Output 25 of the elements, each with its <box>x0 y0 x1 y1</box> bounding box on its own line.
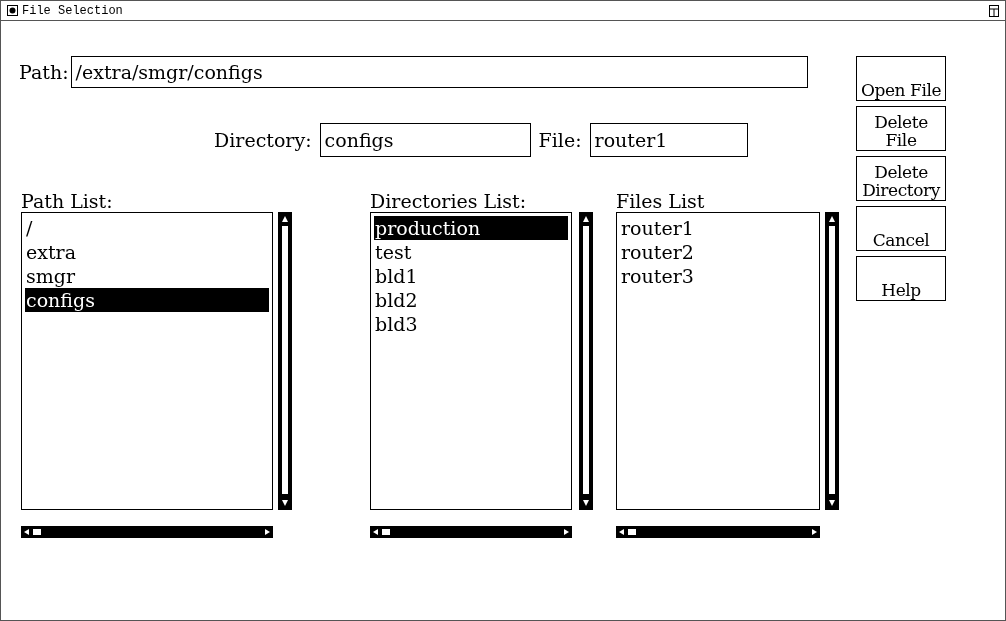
list-item[interactable]: configs <box>25 288 269 312</box>
horizontal-scrollbar[interactable] <box>370 526 572 538</box>
list-title: Directories List: <box>370 191 528 211</box>
file-label: File: <box>538 127 582 153</box>
dialog-button[interactable]: Help <box>856 256 946 301</box>
list-item[interactable]: production <box>374 216 568 240</box>
dialog-button[interactable]: Delete File <box>856 106 946 151</box>
maximize-icon[interactable] <box>989 4 999 17</box>
vertical-scrollbar[interactable] <box>579 212 593 510</box>
dialog-button[interactable]: Open File <box>856 56 946 101</box>
dialog-button[interactable]: Cancel <box>856 206 946 251</box>
window-menu-icon[interactable] <box>7 5 18 16</box>
path-field[interactable]: /extra/smgr/configs <box>70 56 808 88</box>
directory-label: Directory: <box>214 127 312 153</box>
horizontal-scrollbar[interactable] <box>616 526 820 538</box>
file-field[interactable]: router1 <box>589 123 748 157</box>
dialog-button[interactable]: Delete Directory <box>856 156 946 201</box>
vertical-scrollbar[interactable] <box>278 212 292 510</box>
directory-field[interactable]: configs <box>319 123 531 157</box>
window-title: File Selection <box>22 2 124 20</box>
vertical-scrollbar[interactable] <box>825 212 839 510</box>
list-title: Path List: <box>21 191 114 211</box>
path-label: Path: <box>19 59 69 85</box>
list-title: Files List <box>616 191 706 211</box>
horizontal-scrollbar[interactable] <box>21 526 273 538</box>
